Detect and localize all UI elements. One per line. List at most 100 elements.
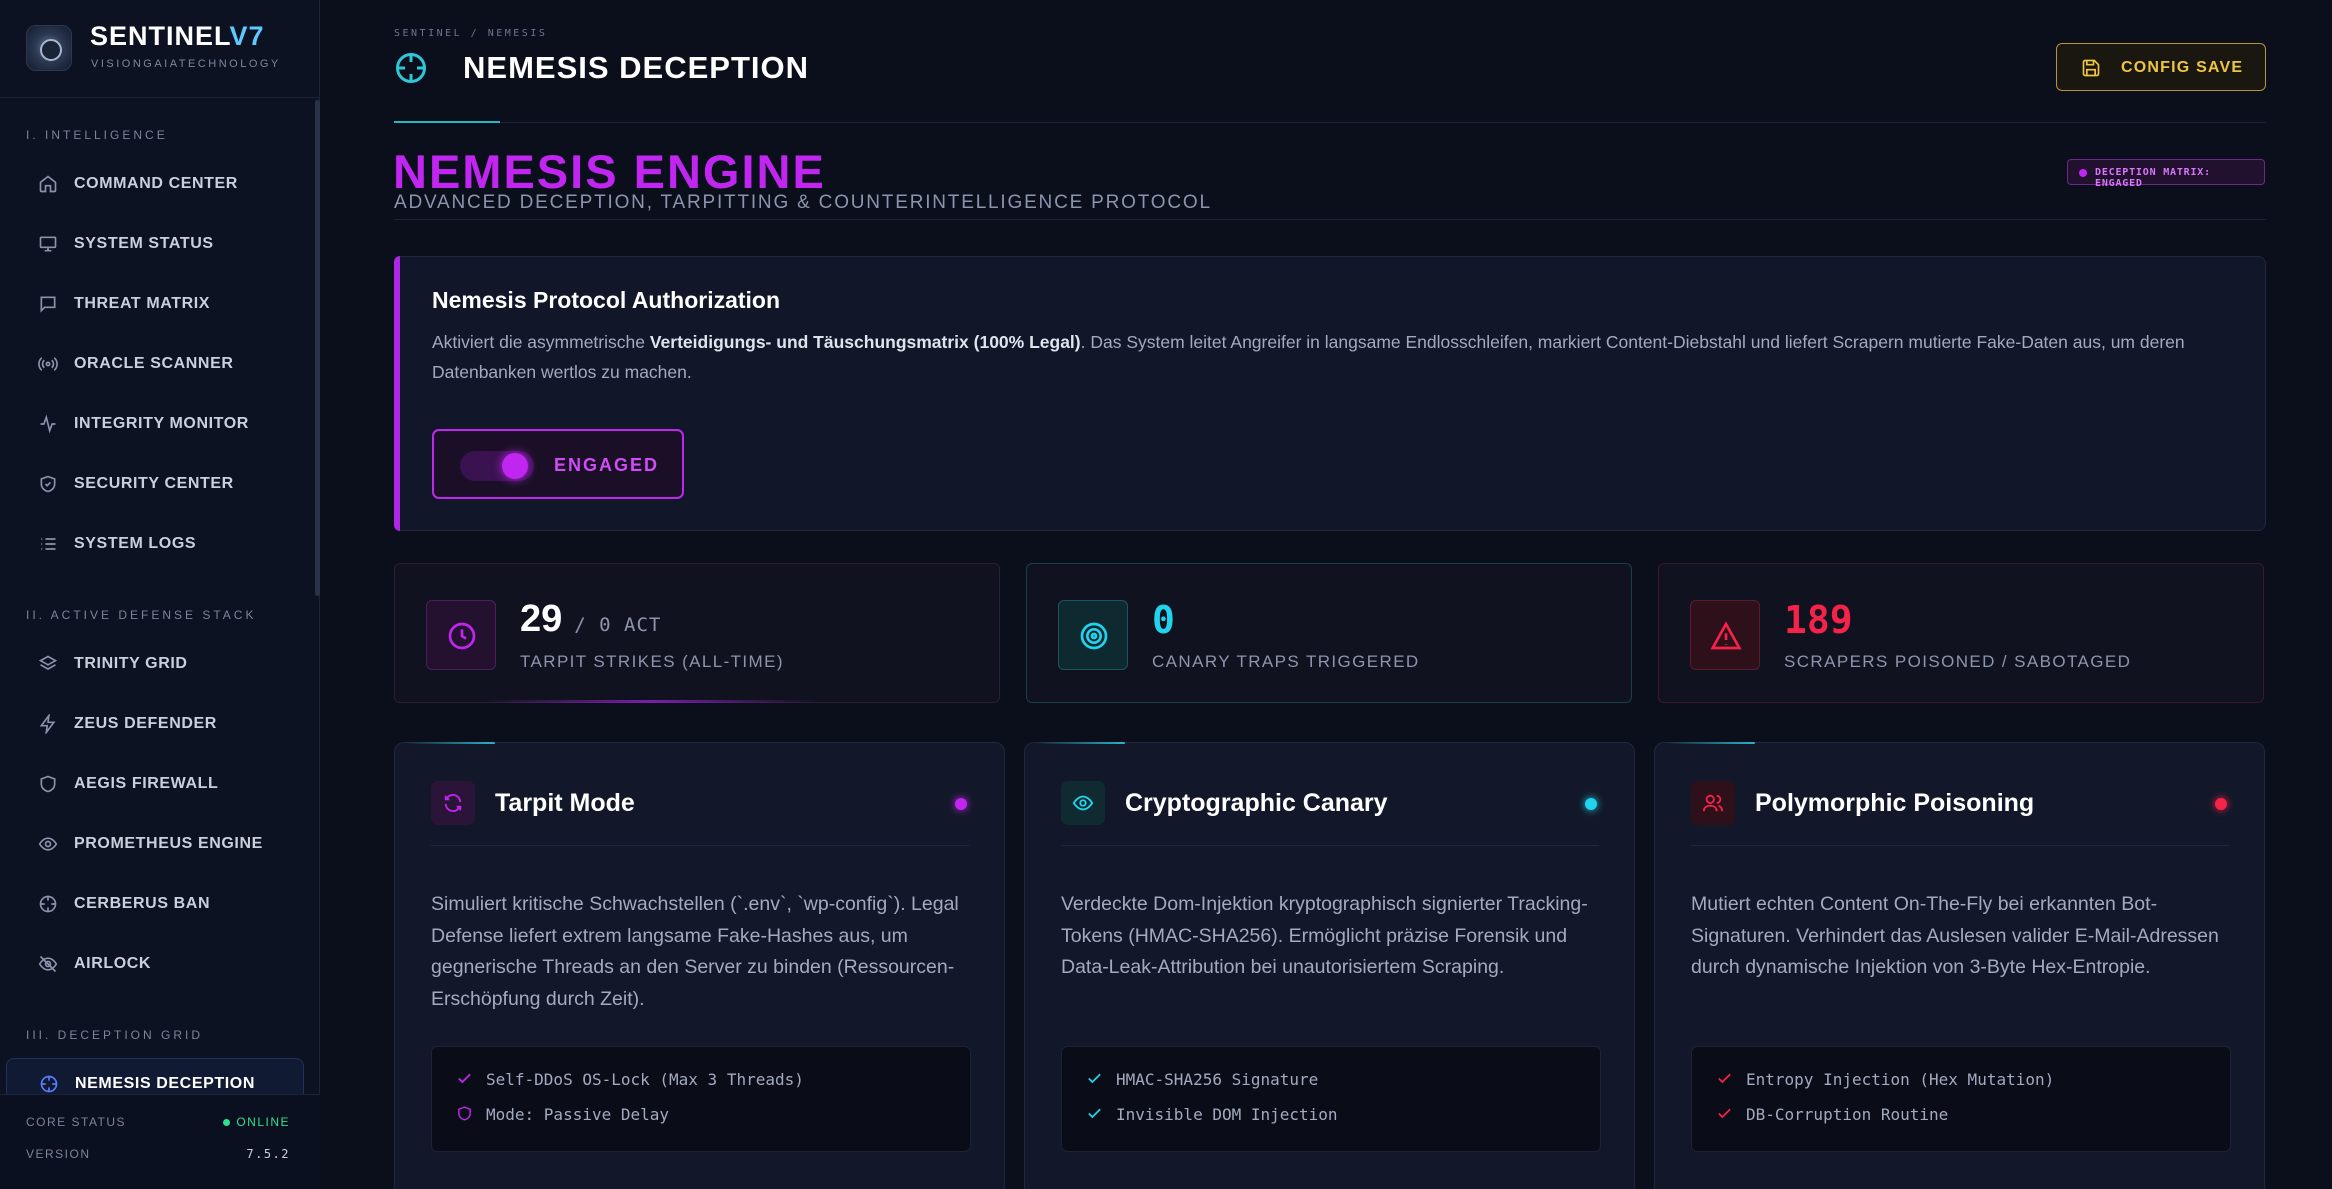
feature-list: HMAC-SHA256 Signature Invisible DOM Inje… [1061, 1046, 1601, 1152]
check-icon [1088, 1073, 1101, 1084]
card-accent-bar [394, 256, 400, 531]
feature-description: Simuliert kritische Schwachstellen (`.en… [431, 893, 959, 1010]
sidebar-item-airlock[interactable]: AIRLOCK [6, 939, 304, 989]
stat-value: 0 [1152, 598, 1175, 642]
sidebar-item-label: AEGIS FIREWALL [74, 775, 219, 792]
eye-off-icon [38, 955, 58, 973]
check-icon [1718, 1073, 1731, 1084]
stat-label: TARPIT STRIKES (ALL-TIME) [520, 652, 784, 671]
sidebar-item-label: INTEGRITY MONITOR [74, 415, 249, 432]
stat-card-canary: 0 CANARY TRAPS TRIGGERED [1026, 563, 1632, 703]
feature-card-canary: Cryptographic Canary Verdeckte Dom-Injek… [1024, 742, 1635, 1189]
sidebar-item-zeus-defender[interactable]: ZEUS DEFENDER [6, 699, 304, 749]
sidebar-item-system-logs[interactable]: SYSTEM LOGS [6, 519, 304, 569]
sidebar-item-system-status[interactable]: SYSTEM STATUS [6, 219, 304, 269]
core-status-label: CORE STATUS [26, 1115, 127, 1129]
sidebar-scrollbar[interactable] [315, 100, 320, 596]
config-save-button[interactable]: CONFIG SAVE [2056, 43, 2266, 91]
header-divider [394, 122, 2266, 123]
nav-section-deception-grid: III. DECEPTION GRID [26, 1028, 204, 1042]
protocol-authorization-card: Nemesis Protocol Authorization Aktiviert… [394, 256, 2266, 531]
shield-check-icon [40, 475, 56, 493]
crosshair-icon [396, 53, 426, 83]
version-row: VERSION 7.5.2 [26, 1147, 290, 1161]
feature-list: Self-DDoS OS-Lock (Max 3 Threads) Mode: … [431, 1046, 971, 1152]
stat-value: 29/ 0 ACT [520, 598, 662, 640]
brand-logo[interactable] [26, 25, 72, 71]
sidebar-item-label: SYSTEM LOGS [74, 535, 197, 552]
config-save-label: CONFIG SAVE [2121, 59, 2244, 76]
core-status-panel: CORE STATUS ONLINE VERSION 7.5.2 [0, 1094, 320, 1189]
stat-accent-line [485, 700, 815, 703]
toggle-knob[interactable] [502, 453, 528, 479]
layers-icon [38, 655, 58, 670]
sidebar-item-command-center[interactable]: COMMAND CENTER [6, 159, 304, 209]
sidebar-item-threat-matrix[interactable]: THREAT MATRIX [6, 279, 304, 329]
sidebar-item-prometheus-engine[interactable]: PROMETHEUS ENGINE [6, 819, 304, 869]
feature-icon-box [1691, 781, 1735, 825]
badge-dot-icon [2079, 169, 2087, 177]
sidebar-item-label: THREAT MATRIX [74, 295, 211, 312]
nav-section-active-defense: II. ACTIVE DEFENSE STACK [26, 608, 257, 622]
target-icon [1080, 622, 1108, 650]
feature-divider [431, 845, 969, 846]
online-indicator-icon [223, 1119, 231, 1127]
page-title: NEMESIS DECEPTION [463, 50, 809, 85]
eye-icon [38, 837, 58, 851]
brand-name: SENTINELV7 [90, 21, 265, 51]
monitor-icon [39, 236, 57, 252]
stat-label: SCRAPERS POISONED / SABOTAGED [1784, 652, 2132, 671]
status-dot-icon [1585, 798, 1597, 810]
alert-triangle-icon [1710, 621, 1742, 650]
brand: SENTINELV7 VISIONGAIATECHNOLOGY [0, 0, 320, 98]
feature-title: Cryptographic Canary [1125, 789, 1388, 817]
deception-matrix-badge: DECEPTION MATRIX: ENGAGED [2067, 159, 2265, 189]
auth-description: Aktiviert die asymmetrische Verteidigung… [432, 332, 2185, 382]
users-icon [1702, 794, 1724, 812]
sidebar-item-label: AIRLOCK [74, 955, 152, 972]
toggle-track[interactable] [460, 451, 534, 481]
card-top-accent [405, 742, 495, 744]
home-icon [39, 175, 57, 193]
sidebar-item-label: ZEUS DEFENDER [74, 715, 217, 732]
sidebar-item-oracle-scanner[interactable]: ORACLE SCANNER [6, 339, 304, 389]
core-status-row: CORE STATUS ONLINE [26, 1115, 290, 1129]
sidebar-item-label: COMMAND CENTER [74, 175, 238, 192]
stat-icon-box [426, 600, 496, 670]
shield-icon [458, 1106, 471, 1121]
sidebar: SENTINELV7 VISIONGAIATECHNOLOGY I. INTEL… [0, 0, 320, 1189]
feature-list: Entropy Injection (Hex Mutation) DB-Corr… [1691, 1046, 2231, 1152]
refresh-icon [444, 794, 462, 812]
sidebar-item-label: TRINITY GRID [74, 655, 188, 672]
check-icon [1718, 1108, 1731, 1119]
crosshair-icon [40, 1075, 58, 1093]
engine-divider [394, 219, 2266, 220]
radio-icon [38, 357, 58, 371]
engine-title: NEMESIS ENGINE [393, 145, 826, 198]
sidebar-item-label: SYSTEM STATUS [74, 235, 214, 252]
sidebar-item-label: CERBERUS BAN [74, 895, 211, 912]
feature-card-poisoning: Polymorphic Poisoning Mutiert echten Con… [1654, 742, 2265, 1189]
sidebar-item-cerberus-ban[interactable]: CERBERUS BAN [6, 879, 304, 929]
sidebar-item-integrity-monitor[interactable]: INTEGRITY MONITOR [6, 399, 304, 449]
stat-card-scrapers: 189 SCRAPERS POISONED / SABOTAGED [1658, 563, 2264, 703]
shield-icon [40, 775, 56, 793]
crosshair-icon [39, 895, 57, 913]
card-top-accent [1035, 742, 1125, 744]
feature-description: Verdeckte Dom-Injektion kryptographisch … [1061, 893, 1588, 978]
stat-value: 189 [1784, 598, 1853, 642]
engage-toggle[interactable]: ENGAGED [432, 429, 684, 499]
clock-icon [448, 622, 476, 650]
stat-icon-box [1058, 600, 1128, 670]
feature-description: Mutiert echten Content On-The-Fly bei er… [1691, 893, 2219, 978]
activity-icon [40, 414, 56, 434]
sidebar-item-trinity-grid[interactable]: TRINITY GRID [6, 639, 304, 689]
sidebar-item-security-center[interactable]: SECURITY CENTER [6, 459, 304, 509]
badge-text: DECEPTION MATRIX: ENGAGED [2095, 167, 2211, 189]
status-dot-icon [955, 798, 967, 810]
main-content: SENTINEL / NEMESIS NEMESIS DECEPTION CON… [321, 0, 2332, 1189]
auth-title: Nemesis Protocol Authorization [432, 287, 781, 313]
eye-icon [1072, 795, 1094, 811]
feature-icon-box [1061, 781, 1105, 825]
sidebar-item-aegis-firewall[interactable]: AEGIS FIREWALL [6, 759, 304, 809]
